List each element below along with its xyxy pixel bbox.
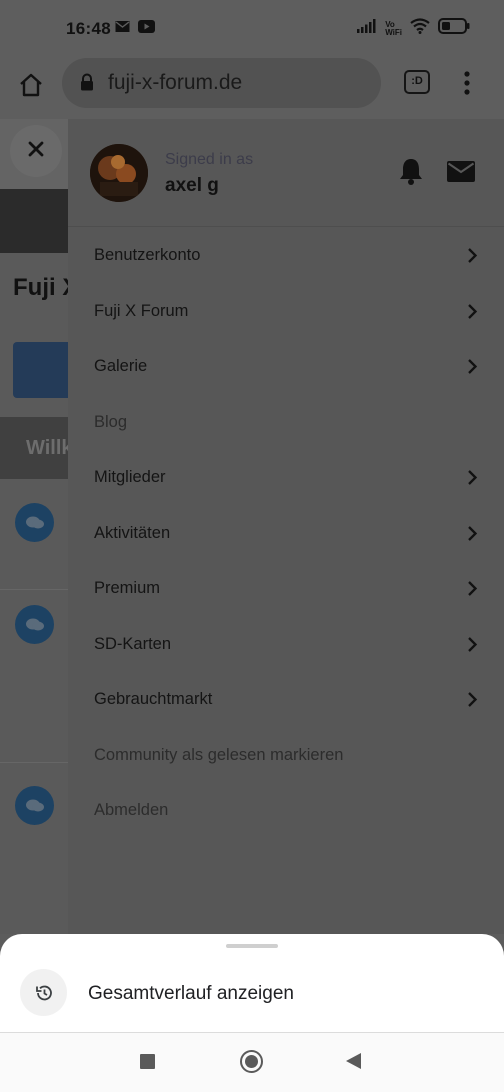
chevron-right-icon[interactable]	[466, 358, 478, 380]
envelope-icon[interactable]	[447, 161, 475, 187]
signal-icon	[357, 19, 377, 38]
mail-icon	[115, 20, 130, 38]
drawer-menu: Benutzerkonto Fuji X Forum Galerie Blog …	[68, 227, 504, 838]
username[interactable]: axel g	[165, 175, 219, 197]
signed-in-label: Signed in as	[165, 151, 254, 168]
bell-icon[interactable]	[398, 157, 424, 190]
menu-item-benutzerkonto[interactable]: Benutzerkonto	[68, 227, 504, 283]
menu-item-label: Mitglieder	[94, 468, 166, 486]
menu-item-label: Galerie	[94, 357, 148, 375]
browser-toolbar: fuji-x-forum.de :D	[0, 58, 504, 119]
user-profile-header: Signed in as axel g	[68, 119, 504, 227]
background-nav-strip	[0, 189, 68, 253]
history-bottom-sheet: Gesamtverlauf anzeigen	[0, 934, 504, 1032]
background-banner: Willk	[0, 417, 73, 479]
chevron-right-icon[interactable]	[466, 580, 478, 602]
menu-item-aktivitaeten[interactable]: Aktivitäten	[68, 505, 504, 561]
navigation-drawer: Signed in as axel g Benutzerkonto Fuji X…	[68, 119, 504, 934]
status-time: 16:48	[66, 19, 111, 38]
menu-item-galerie[interactable]: Galerie	[68, 338, 504, 394]
menu-item-label: Aktivitäten	[94, 523, 171, 542]
url-text: fuji-x-forum.de	[108, 71, 243, 94]
menu-item-premium[interactable]: Premium	[68, 560, 504, 616]
close-drawer-button[interactable]	[10, 125, 62, 177]
close-icon	[28, 141, 44, 162]
chevron-right-icon[interactable]	[466, 691, 478, 713]
chevron-right-icon[interactable]	[466, 469, 478, 491]
chevron-right-icon[interactable]	[466, 303, 478, 325]
menu-item-gebrauchtmarkt[interactable]: Gebrauchtmarkt	[68, 671, 504, 727]
system-navigation-bar	[0, 1032, 504, 1092]
vowifi-label-bottom: WiFi	[385, 27, 402, 37]
menu-item-label: Benutzerkonto	[94, 246, 201, 264]
menu-item-label: Abmelden	[94, 801, 169, 819]
wifi-icon	[410, 18, 430, 39]
home-icon[interactable]	[14, 68, 48, 102]
forum-bubble-icon	[15, 503, 54, 542]
menu-item-label: Community als gelesen markieren	[94, 745, 344, 764]
forum-bubble-icon	[15, 786, 54, 825]
history-icon[interactable]	[20, 969, 67, 1016]
menu-item-fuji-x-forum[interactable]: Fuji X Forum	[68, 283, 504, 339]
address-bar[interactable]: fuji-x-forum.de	[62, 58, 381, 108]
tab-switcher-button[interactable]: :D	[404, 70, 430, 94]
menu-item-abmelden[interactable]: Abmelden	[68, 782, 504, 838]
menu-item-label: Blog	[94, 412, 128, 431]
more-options-icon[interactable]	[460, 70, 474, 96]
avatar[interactable]	[90, 144, 148, 202]
show-full-history-link[interactable]: Gesamtverlauf anzeigen	[88, 983, 294, 1005]
battery-icon	[438, 18, 470, 39]
background-banner-text: Willk	[26, 437, 73, 459]
home-circle-icon[interactable]	[240, 1050, 263, 1073]
vowifi-icon: Vo WiFi	[385, 20, 402, 37]
youtube-icon	[138, 20, 155, 38]
background-divider	[0, 589, 68, 590]
status-bar: 16:48 Vo WiFi	[0, 0, 504, 58]
menu-item-label: Premium	[94, 579, 161, 597]
background-divider	[0, 762, 68, 763]
sheet-drag-handle[interactable]	[226, 944, 278, 948]
menu-item-label: SD-Karten	[94, 634, 172, 653]
menu-item-sd-karten[interactable]: SD-Karten	[68, 616, 504, 672]
recent-apps-icon[interactable]	[140, 1054, 155, 1069]
menu-item-blog[interactable]: Blog	[68, 394, 504, 450]
menu-item-label: Fuji X Forum	[94, 301, 189, 320]
background-button	[13, 342, 73, 398]
forum-bubble-icon	[15, 605, 54, 644]
chevron-right-icon[interactable]	[466, 247, 478, 269]
menu-item-mitglieder[interactable]: Mitglieder	[68, 449, 504, 505]
chevron-right-icon[interactable]	[466, 525, 478, 547]
chevron-right-icon[interactable]	[466, 636, 478, 658]
lock-icon	[80, 73, 94, 96]
menu-item-mark-community-read[interactable]: Community als gelesen markieren	[68, 727, 504, 783]
background-page-title: Fuji X	[13, 274, 68, 301]
menu-item-label: Gebrauchtmarkt	[94, 690, 213, 708]
back-triangle-icon[interactable]	[346, 1053, 361, 1069]
